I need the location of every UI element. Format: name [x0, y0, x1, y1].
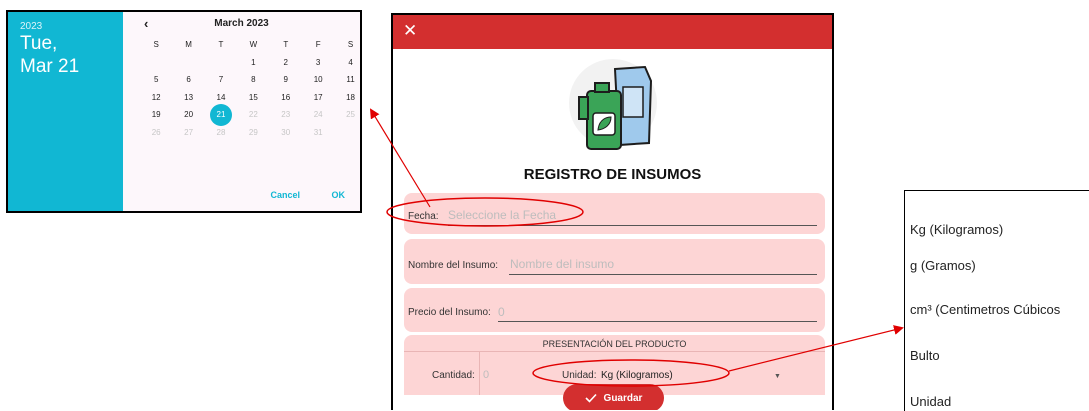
calendar-day[interactable]: 30 [270, 124, 302, 142]
calendar-week-row: 5 6 7 8 9 10 11 [140, 71, 360, 89]
calendar-day[interactable]: 31 [302, 124, 334, 142]
calendar-day[interactable]: 5 [140, 71, 172, 89]
presentacion-separator [479, 351, 480, 395]
caret-down-icon[interactable]: ▼ [774, 373, 781, 380]
date-picker-header: 2023 Tue, Mar 21 [8, 12, 123, 211]
form-header-bar: ✕ [393, 15, 832, 49]
calendar-day[interactable]: 27 [172, 124, 204, 142]
calendar-week-row: 1234 [140, 54, 360, 72]
cantidad-input[interactable]: 0 [483, 369, 489, 381]
unit-option-unidad[interactable]: Unidad [910, 394, 951, 409]
calendar-day[interactable]: 21 [205, 103, 237, 126]
guardar-button[interactable]: Guardar [563, 384, 664, 410]
calendar-day[interactable]: 4 [334, 54, 360, 72]
calendar-day[interactable]: 11 [334, 71, 360, 89]
calendar-week-row: 26 27 28 29 30 31 [140, 124, 360, 142]
unidad-select[interactable]: Kg (Kilogramos) [601, 370, 673, 381]
date-picker-year[interactable]: 2023 [20, 21, 42, 32]
precio-input[interactable]: 0 [498, 305, 505, 319]
calendar-day[interactable]: 28 [205, 124, 237, 142]
fecha-field[interactable]: Fecha: Seleccione la Fecha [404, 193, 825, 234]
calendar-empty-cell [334, 124, 360, 142]
fecha-label: Fecha: [408, 211, 439, 222]
unidad-label: Unidad: [562, 370, 597, 381]
weekday-label: S [347, 40, 354, 49]
calendar-day[interactable]: 2 [270, 54, 302, 72]
precio-underline [498, 321, 817, 322]
calendar-day[interactable]: 13 [172, 89, 204, 107]
form-title: REGISTRO DE INSUMOS [523, 166, 702, 183]
calendar-day[interactable]: 12 [140, 89, 172, 107]
date-picker-calendar: ‹ March 2023 S M T W T F S 1 2 3 4 5 6 7 8 9 10 11 12 13 14 1… [123, 12, 360, 211]
calendar-day[interactable]: 19 [140, 106, 172, 124]
calendar-day[interactable]: 29 [237, 124, 269, 142]
calendar-day[interactable]: 10 [302, 71, 334, 89]
close-icon[interactable]: ✕ [403, 21, 417, 41]
check-icon [584, 393, 597, 403]
cantidad-label: Cantidad: [432, 370, 475, 381]
precio-field[interactable]: Precio del Insumo: 0 [404, 288, 825, 332]
weekday-label: M [185, 40, 192, 49]
supplies-logo-icon [569, 59, 657, 150]
unit-option-cm3[interactable]: cm³ (Centimetros Cúbicos [910, 302, 1060, 317]
date-picker-selected-date: Tue, Mar 21 [20, 32, 79, 78]
calendar-day[interactable]: 25 [334, 106, 360, 124]
calendar-day[interactable]: 18 [334, 89, 360, 107]
weekday-label: S [153, 40, 159, 49]
presentacion-title: PRESENTACIÓN DEL PRODUCTO [542, 339, 687, 349]
calendar-day[interactable]: 1 [237, 54, 269, 72]
nombre-underline [509, 274, 817, 275]
cancel-button[interactable]: Cancel [270, 190, 300, 200]
calendar-week-row: 12 13 14 15 16 17 18 [140, 89, 360, 107]
nombre-field[interactable]: Nombre del Insumo: Nombre del insumo [404, 239, 825, 284]
weekday-header-row: SMTWTFS [140, 36, 360, 54]
date-picker-dialog: 2023 Tue, Mar 21 ‹ March 2023 SMTWTFS123… [6, 10, 362, 213]
calendar-week-row: 19 20 21 22 23 24 25 [140, 103, 360, 126]
calendar-day[interactable]: 16 [270, 89, 302, 107]
selected-weekday: Tue, [20, 33, 58, 54]
month-label: March 2023 [214, 18, 269, 29]
selected-month-day: Mar 21 [20, 56, 80, 77]
unit-option-bulto[interactable]: Bulto [910, 348, 940, 363]
guardar-label: Guardar [603, 392, 643, 404]
weekday-label: F [315, 40, 321, 49]
calendar-empty-cell [172, 54, 204, 72]
calendar-day[interactable]: 6 [172, 71, 204, 89]
calendar-day[interactable]: 24 [302, 106, 334, 124]
calendar-day[interactable]: 9 [270, 71, 302, 89]
calendar-day[interactable]: 7 [205, 71, 237, 89]
calendar-day[interactable]: 3 [302, 54, 334, 72]
calendar-grid: S M T W T F S 1 2 3 4 5 6 7 8 9 10 11 12 13 14 15 16 17 18 19 20 21… [140, 36, 360, 142]
weekday-label: T [218, 40, 224, 49]
unit-options-list: Kg (Kilogramos) g (Gramos) cm³ (Centimet… [904, 190, 1089, 411]
calendar-day[interactable]: 26 [140, 124, 172, 142]
unit-option-g[interactable]: g (Gramos) [910, 258, 976, 273]
calendar-day[interactable]: 17 [302, 89, 334, 107]
weekday-label: T [283, 40, 289, 49]
registro-insumos-form: ✕ REGISTRO DE INSUMOS Fecha: Seleccione … [391, 13, 834, 410]
calendar-day[interactable]: 20 [172, 106, 204, 124]
weekday-label: W [249, 40, 258, 49]
precio-label: Precio del Insumo: [408, 307, 491, 318]
nombre-label: Nombre del Insumo: [408, 260, 499, 271]
fecha-input[interactable]: Seleccione la Fecha [448, 208, 556, 222]
calendar-empty-cell [205, 54, 237, 72]
fecha-underline [448, 225, 817, 226]
calendar-day[interactable]: 23 [270, 106, 302, 124]
ok-button[interactable]: OK [332, 190, 346, 200]
nombre-input[interactable]: Nombre del insumo [510, 257, 614, 271]
calendar-day[interactable]: 8 [237, 71, 269, 89]
unit-option-kg[interactable]: Kg (Kilogramos) [910, 222, 1003, 237]
calendar-day[interactable]: 15 [237, 89, 269, 107]
calendar-empty-cell [140, 54, 172, 72]
calendar-day[interactable]: 22 [237, 106, 269, 124]
